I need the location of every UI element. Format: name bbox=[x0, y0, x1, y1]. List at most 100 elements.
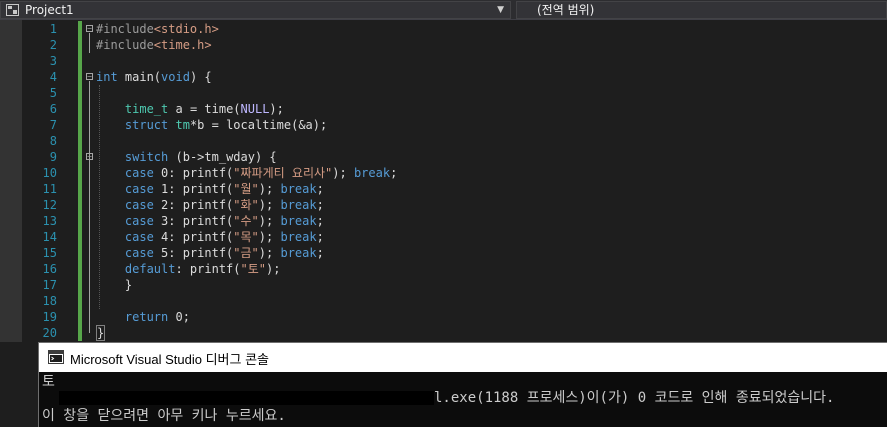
code-line[interactable]: 11 case 1: printf("월"); break; bbox=[0, 181, 887, 197]
change-marker bbox=[78, 277, 82, 293]
change-marker bbox=[78, 293, 82, 309]
code-line[interactable]: 9− switch (b->tm_wday) { bbox=[0, 149, 887, 165]
change-marker bbox=[78, 165, 82, 181]
line-number: 8 bbox=[49, 134, 57, 148]
chevron-down-icon[interactable]: ▼ bbox=[497, 2, 504, 18]
code-token: 0; bbox=[168, 310, 190, 324]
console-output-line: 토 bbox=[42, 374, 55, 390]
collapse-icon[interactable]: − bbox=[86, 73, 93, 81]
code-line[interactable]: 17 } bbox=[0, 277, 887, 293]
code-text: return 0; bbox=[96, 309, 190, 325]
line-number: 17 bbox=[42, 278, 57, 292]
console-title: Microsoft Visual Studio 디버그 콘솔 bbox=[70, 352, 270, 367]
scope-dropdown[interactable]: (전역 범위) bbox=[516, 1, 887, 19]
redacted-path bbox=[59, 391, 434, 405]
code-line[interactable]: 16 default: printf("토"); bbox=[0, 261, 887, 277]
code-text: int main(void) { bbox=[96, 69, 212, 85]
code-line[interactable]: 7 struct tm*b = localtime(&a); bbox=[0, 117, 887, 133]
code-line[interactable]: 20} bbox=[0, 325, 887, 341]
code-line[interactable]: 10 case 0: printf("짜파게티 요리사"); break; bbox=[0, 165, 887, 181]
code-line[interactable]: 18 bbox=[0, 293, 887, 309]
code-line[interactable]: 5 bbox=[0, 85, 887, 101]
code-token: ); bbox=[269, 102, 284, 116]
code-line[interactable]: 12 case 2: printf("화"); break; bbox=[0, 197, 887, 213]
code-token: break bbox=[280, 198, 317, 212]
code-line[interactable]: 1 − #include<stdio.h> bbox=[0, 21, 887, 37]
debug-console-window[interactable]: Microsoft Visual Studio 디버그 콘솔 토 l.exe(1… bbox=[38, 342, 887, 427]
line-number: 4 bbox=[49, 70, 57, 84]
code-line[interactable]: 14 case 4: printf("목"); break; bbox=[0, 229, 887, 245]
code-token: <stdio.h> bbox=[153, 22, 219, 36]
console-output-line: l.exe(1188 프로세스)이(가) 0 코드로 인해 종료되었습니다. bbox=[434, 390, 835, 406]
code-text: default: printf("토"); bbox=[96, 261, 281, 277]
code-token: ); bbox=[258, 214, 281, 228]
scope-label: (전역 범위) bbox=[537, 3, 595, 17]
code-token: ; bbox=[316, 182, 324, 196]
code-line[interactable]: 8 bbox=[0, 133, 887, 149]
code-token: "목" bbox=[233, 230, 259, 244]
line-number: 3 bbox=[49, 54, 57, 68]
code-text: case 3: printf("수"); break; bbox=[96, 213, 324, 229]
code-token: "월" bbox=[233, 182, 259, 196]
code-token: "토" bbox=[240, 262, 267, 276]
code-token: case bbox=[124, 246, 154, 260]
code-line[interactable]: 6 time_t a = time(NULL); bbox=[0, 101, 887, 117]
code-token: : printf( bbox=[175, 262, 241, 276]
code-token: struct bbox=[124, 118, 169, 132]
collapse-icon[interactable]: − bbox=[86, 25, 93, 33]
change-marker bbox=[78, 325, 82, 341]
line-number: 15 bbox=[42, 246, 57, 260]
change-marker bbox=[78, 53, 82, 69]
code-token: ); bbox=[258, 230, 281, 244]
change-marker bbox=[78, 69, 82, 85]
navigation-bar: Project1 ▼ (전역 범위) bbox=[0, 0, 887, 20]
project-dropdown[interactable]: Project1 ▼ bbox=[0, 1, 511, 19]
code-token: 3: printf( bbox=[153, 214, 234, 228]
line-number: 11 bbox=[42, 182, 57, 196]
code-token: ; bbox=[316, 230, 324, 244]
code-token: ); bbox=[258, 182, 281, 196]
code-token: break bbox=[280, 214, 317, 228]
code-token: case bbox=[124, 182, 154, 196]
code-token: <time.h> bbox=[153, 38, 212, 52]
code-token: time_t bbox=[124, 102, 169, 116]
code-line[interactable]: 13 case 3: printf("수"); break; bbox=[0, 213, 887, 229]
code-token: NULL bbox=[240, 102, 270, 116]
line-number: 2 bbox=[49, 38, 57, 52]
code-text: switch (b->tm_wday) { bbox=[96, 149, 277, 165]
indent-guide bbox=[99, 85, 100, 309]
line-number: 7 bbox=[49, 118, 57, 132]
code-text: case 0: printf("짜파게티 요리사"); break; bbox=[96, 165, 397, 181]
line-number: 10 bbox=[42, 166, 57, 180]
code-line[interactable]: 15 case 5: printf("금"); break; bbox=[0, 245, 887, 261]
code-editor[interactable]: 1− #include<stdio.h> 2 #include<time.h> 3 4− i… bbox=[0, 20, 887, 342]
code-line[interactable]: 19 return 0; bbox=[0, 309, 887, 325]
code-line[interactable]: 3 bbox=[0, 53, 887, 69]
code-text: struct tm*b = localtime(&a); bbox=[96, 117, 327, 133]
code-token: break bbox=[280, 246, 317, 260]
code-text: case 5: printf("금"); break; bbox=[96, 245, 324, 261]
code-token: case bbox=[124, 166, 154, 180]
code-token: 4: printf( bbox=[153, 230, 234, 244]
code-line[interactable]: 4 − int main(void) { bbox=[0, 69, 887, 85]
fold-connector bbox=[89, 33, 90, 53]
code-token: "금" bbox=[233, 246, 259, 260]
change-marker bbox=[78, 117, 82, 133]
line-number: 16 bbox=[42, 262, 57, 276]
code-line[interactable]: 2 #include<time.h> bbox=[0, 37, 887, 53]
code-token: case bbox=[124, 230, 154, 244]
code-token: "화" bbox=[233, 198, 259, 212]
line-number: 12 bbox=[42, 198, 57, 212]
line-number: 18 bbox=[42, 294, 57, 308]
project-name: Project1 bbox=[25, 3, 74, 17]
code-token: ; bbox=[390, 166, 398, 180]
console-titlebar[interactable]: Microsoft Visual Studio 디버그 콘솔 bbox=[39, 343, 887, 372]
